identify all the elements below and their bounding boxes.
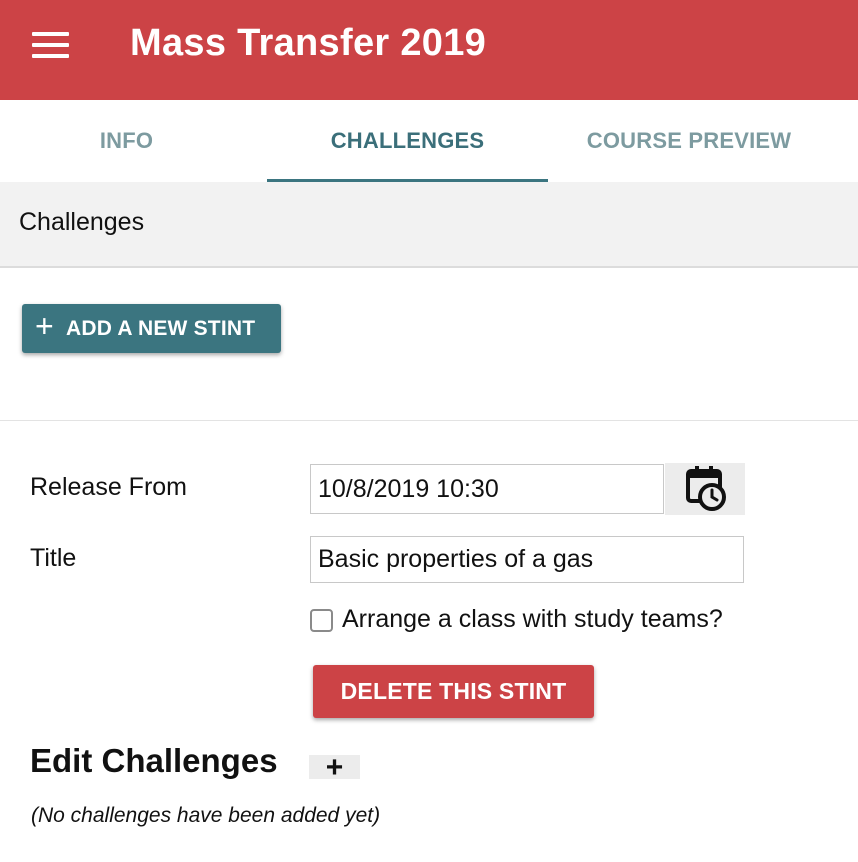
study-teams-checkbox[interactable] (310, 609, 333, 632)
add-new-stint-label: ADD A NEW STINT (66, 317, 256, 340)
section-title: Challenges (19, 208, 145, 236)
empty-challenges-message: (No challenges have been added yet) (31, 804, 381, 827)
title-label: Title (30, 544, 77, 572)
tab-info[interactable]: INFO (0, 100, 253, 182)
delete-stint-button[interactable]: DELETE THIS STINT (313, 665, 594, 718)
edit-challenges-heading: Edit Challenges (30, 742, 278, 779)
add-challenge-button[interactable]: + (309, 753, 360, 783)
plus-icon: + (35, 308, 54, 344)
plus-icon: + (325, 751, 344, 784)
add-new-stint-button[interactable]: + ADD A NEW STINT (22, 304, 281, 353)
title-input[interactable]: Basic properties of a gas (310, 536, 744, 583)
calendar-picker-button[interactable] (665, 463, 745, 515)
app-title: Mass Transfer 2019 (130, 22, 487, 64)
divider (0, 420, 858, 421)
study-teams-label[interactable]: Arrange a class with study teams? (342, 605, 723, 634)
tab-bar: INFO CHALLENGES COURSE PREVIEW (0, 100, 858, 182)
hamburger-menu-icon[interactable] (32, 32, 69, 58)
app-bar: Mass Transfer 2019 (0, 0, 858, 100)
section-header: Challenges (0, 182, 858, 268)
release-from-label: Release From (30, 473, 187, 501)
release-from-input[interactable]: 10/8/2019 10:30 (310, 464, 664, 514)
tab-challenges[interactable]: CHALLENGES (267, 100, 548, 182)
calendar-clock-icon (686, 466, 726, 511)
tab-course-preview[interactable]: COURSE PREVIEW (548, 100, 830, 182)
